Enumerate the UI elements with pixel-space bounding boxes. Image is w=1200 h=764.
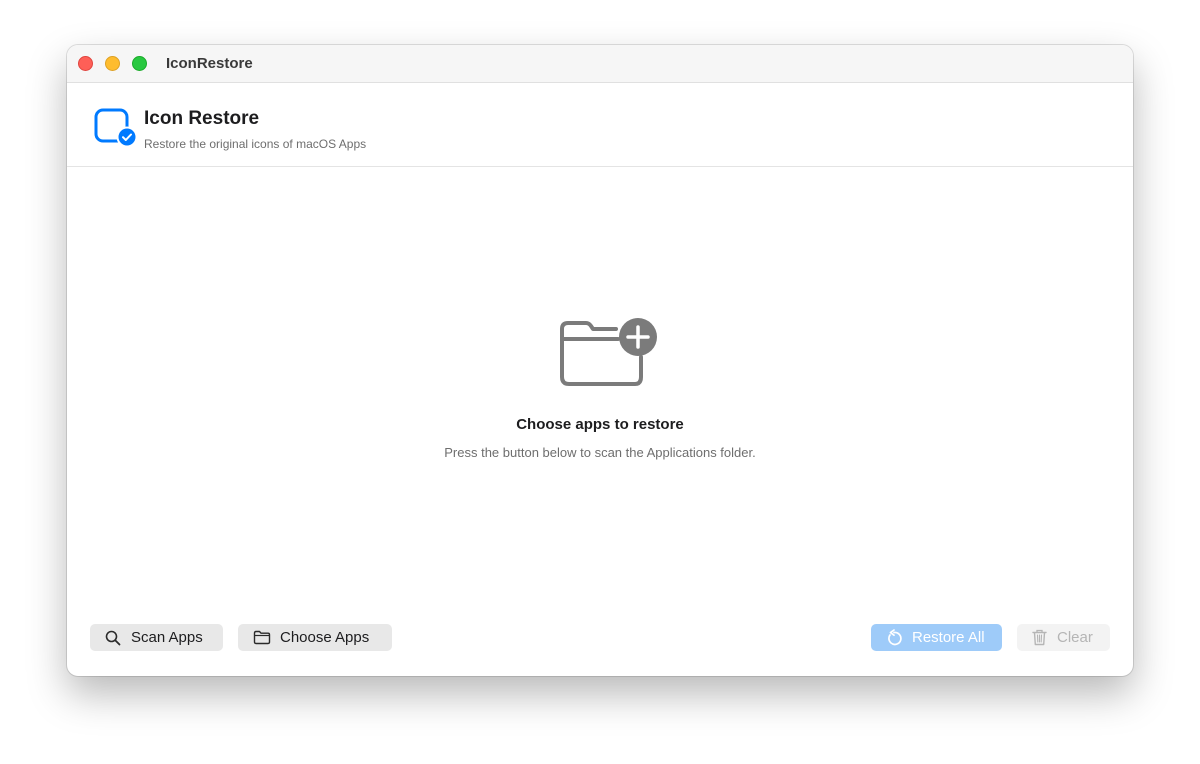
scan-apps-label: Scan Apps [131,629,203,646]
trash-icon [1030,629,1048,647]
clear-label: Clear [1057,629,1093,646]
app-square-checkmark-icon [94,108,138,148]
window-title: IconRestore [166,55,253,72]
title-bar[interactable]: IconRestore [67,45,1133,83]
restore-all-button[interactable]: Restore All [871,624,1002,651]
minimize-window-button[interactable] [105,56,120,71]
app-name: Icon Restore [144,108,260,129]
clear-button[interactable]: Clear [1017,624,1110,651]
scan-apps-button[interactable]: Scan Apps [90,624,223,651]
folder-icon [253,629,271,647]
choose-apps-label: Choose Apps [280,629,370,646]
folder-plus-icon [560,318,657,386]
close-window-button[interactable] [78,56,93,71]
choose-apps-button[interactable]: Choose Apps [238,624,392,651]
empty-state-title: Choose apps to restore [516,416,684,433]
empty-state-subtitle: Press the button below to scan the Appli… [444,445,756,460]
app-window: IconRestore Icon Restore Restore the ori… [67,45,1133,676]
app-header: Icon Restore Restore the original icons … [67,83,1133,167]
search-icon [104,629,122,647]
app-subtitle: Restore the original icons of macOS Apps [144,137,367,151]
main-content: Choose apps to restore Press the button … [67,167,1133,676]
restore-all-label: Restore All [912,629,985,646]
maximize-window-button[interactable] [132,56,147,71]
restore-arrow-icon [885,629,903,647]
